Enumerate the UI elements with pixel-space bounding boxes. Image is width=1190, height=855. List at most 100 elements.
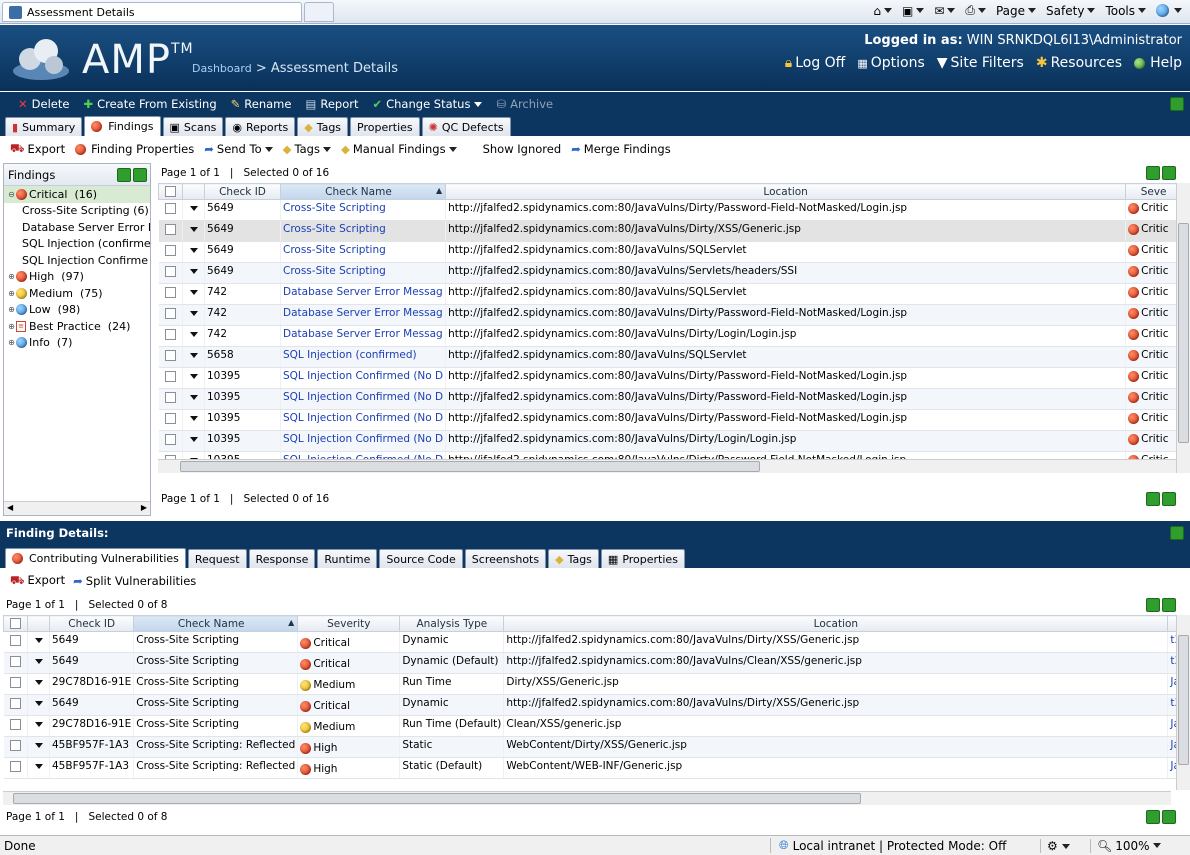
row-checkbox[interactable]	[164, 265, 176, 277]
cell-check-name[interactable]: Database Server Error Messag	[280, 283, 447, 305]
findings-vertical-scrollbar[interactable]	[1176, 183, 1190, 473]
table-row[interactable]: 742 Database Server Error Messag http://jf…	[158, 325, 1183, 347]
expand-icon[interactable]: ⊕	[7, 272, 16, 281]
row-checkbox[interactable]	[9, 739, 21, 751]
dcol-location[interactable]: Location	[503, 615, 1169, 632]
row-menu-icon[interactable]	[189, 352, 198, 358]
table-row[interactable]: 5649 Cross-Site Scripting Critical Dynamic h…	[3, 631, 1187, 653]
table-row[interactable]: 5649 Cross-Site Scripting http://jfalfed2.…	[158, 262, 1183, 284]
tab-properties[interactable]: Properties	[350, 117, 420, 136]
table-row[interactable]: 45BF957F-1A3 Cross-Site Scripting: Reflec…	[3, 757, 1187, 779]
table-row[interactable]: 5649 Cross-Site Scripting http://jfalfed2.…	[158, 220, 1183, 242]
details-tab-request[interactable]: Request	[187, 549, 247, 568]
tree-node-critical-child[interactable]: Database Server Error M	[4, 219, 150, 236]
details-tab-runtime[interactable]: Runtime	[317, 549, 378, 568]
report-button[interactable]: ▤ Report	[305, 97, 358, 111]
cell-check-name[interactable]: Cross-Site Scripting	[280, 199, 447, 221]
breadcrumb-dashboard[interactable]: Dashboard	[192, 62, 252, 75]
row-checkbox[interactable]	[9, 718, 21, 730]
table-row[interactable]: 29C78D16-91E Cross-Site Scripting Medium Ru…	[3, 673, 1187, 695]
site-filters-link[interactable]: ▼ Site Filters	[937, 55, 1024, 71]
cell-check-name[interactable]: Cross-Site Scripting	[280, 220, 447, 242]
home-icon[interactable]: ⌂	[873, 4, 892, 18]
tab-findings[interactable]: Findings	[84, 116, 161, 136]
cell-check-name[interactable]: SQL Injection (confirmed)	[280, 346, 447, 368]
details-tab-response[interactable]: Response	[248, 549, 316, 568]
row-menu-icon[interactable]	[34, 742, 43, 748]
feeds-icon[interactable]: ▣	[902, 4, 925, 18]
row-checkbox[interactable]	[9, 655, 21, 667]
row-menu-icon[interactable]	[34, 637, 43, 643]
col-severity[interactable]: Seve	[1125, 183, 1183, 200]
grid-refresh-icon-bottom[interactable]	[1146, 492, 1176, 506]
details-tab-screenshots[interactable]: Screenshots	[464, 549, 547, 568]
dcol-analysis-type[interactable]: Analysis Type	[399, 615, 505, 632]
details-tab-properties[interactable]: ▦ Properties	[600, 549, 685, 568]
tree-node-critical-child[interactable]: SQL Injection (confirme	[4, 236, 150, 253]
row-menu-icon[interactable]	[189, 331, 198, 337]
dcol-check-name[interactable]: Check Name ▲	[133, 615, 299, 632]
tree-node-critical-child[interactable]: Cross-Site Scripting (6)	[4, 203, 150, 220]
tree-node-info[interactable]: ⊕ Info (7)	[4, 335, 150, 352]
row-checkbox[interactable]	[164, 433, 176, 445]
tree-horizontal-scrollbar[interactable]: ◀ ▶	[4, 501, 150, 515]
safety-menu[interactable]: Safety	[1046, 4, 1096, 18]
row-menu-icon[interactable]	[189, 373, 198, 379]
col-check-id[interactable]: Check ID	[204, 183, 281, 200]
collapse-header-icon[interactable]	[1170, 97, 1184, 111]
table-row[interactable]: 45BF957F-1A3 Cross-Site Scripting: Reflec…	[3, 736, 1187, 758]
cell-check-name[interactable]: SQL Injection Confirmed (No D	[280, 409, 447, 431]
details-refresh-icon-bottom[interactable]	[1146, 810, 1176, 824]
table-row[interactable]: 10395SQL Injection Confirmed (No Dhttp:/…	[158, 430, 1183, 452]
tab-reports[interactable]: ◉ Reports	[225, 117, 296, 136]
cell-check-name[interactable]: SQL Injection Confirmed (No D	[280, 388, 447, 410]
grid-refresh-icon[interactable]	[1146, 166, 1176, 180]
tree-node-best-practice[interactable]: ⊕ ≡ Best Practice (24)	[4, 318, 150, 335]
resources-link[interactable]: ✱ Resources	[1036, 55, 1122, 71]
tree-node-medium[interactable]: ⊕ Medium (75)	[4, 285, 150, 302]
cell-check-name[interactable]: Cross-Site Scripting	[280, 241, 447, 263]
details-select-all-checkbox[interactable]	[10, 618, 21, 629]
tree-node-low[interactable]: ⊕ Low (98)	[4, 302, 150, 319]
row-menu-icon[interactable]	[189, 436, 198, 442]
row-checkbox[interactable]	[164, 244, 176, 256]
table-row[interactable]: 29C78D16-91E Cross-Site Scripting Medium Ru…	[3, 715, 1187, 737]
row-checkbox[interactable]	[9, 634, 21, 646]
expand-icon[interactable]: ⊕	[7, 289, 16, 298]
row-menu-icon[interactable]	[34, 721, 43, 727]
row-checkbox[interactable]	[9, 697, 21, 709]
row-menu-icon[interactable]	[34, 700, 43, 706]
log-off-link[interactable]: 🔒︎ Log Off	[785, 55, 846, 71]
dcol-severity[interactable]: Severity	[297, 615, 401, 632]
row-checkbox[interactable]	[164, 349, 176, 361]
browser-tab[interactable]: Assessment Details	[2, 2, 302, 22]
help-link[interactable]: Help	[1134, 55, 1182, 71]
table-row[interactable]: 10395SQL Injection Confirmed (No Dhttp:/…	[158, 409, 1183, 431]
row-checkbox[interactable]	[9, 760, 21, 772]
new-tab-button[interactable]	[304, 2, 334, 22]
row-menu-icon[interactable]	[34, 658, 43, 664]
select-all-checkbox-header[interactable]	[158, 183, 183, 200]
row-checkbox[interactable]	[164, 391, 176, 403]
expand-icon[interactable]: ⊕	[7, 305, 16, 314]
tools-menu[interactable]: Tools	[1105, 4, 1146, 18]
tree-node-high[interactable]: ⊕ High (97)	[4, 269, 150, 286]
details-horizontal-scrollbar[interactable]	[3, 791, 1171, 805]
details-tab-contributing-vulnerabilities[interactable]: Contributing Vulnerabilities	[5, 548, 186, 568]
cell-check-name[interactable]: SQL Injection Confirmed (No D	[280, 430, 447, 452]
export-button[interactable]: ⛟ Export	[10, 141, 65, 157]
tab-qc-defects[interactable]: ✺ QC Defects	[421, 117, 511, 136]
tab-summary[interactable]: ▮ Summary	[5, 117, 83, 136]
tab-tags[interactable]: ◆ Tags	[297, 117, 349, 136]
finding-properties-button[interactable]: Finding Properties	[75, 142, 194, 156]
tree-refresh-icon[interactable]	[117, 167, 147, 182]
row-menu-icon[interactable]	[189, 289, 198, 295]
zoom-control[interactable]: 🔍︎ 100%	[1090, 838, 1161, 853]
expand-icon[interactable]: ⊕	[7, 322, 16, 331]
print-icon[interactable]: ⎙	[965, 3, 986, 18]
table-row[interactable]: 742 Database Server Error Messag http://jf…	[158, 283, 1183, 305]
details-tab-tags[interactable]: ◆ Tags	[548, 549, 599, 568]
row-menu-icon[interactable]	[34, 679, 43, 685]
table-row[interactable]: 742 Database Server Error Messag http://jf…	[158, 304, 1183, 326]
cell-check-name[interactable]: Cross-Site Scripting	[280, 262, 447, 284]
